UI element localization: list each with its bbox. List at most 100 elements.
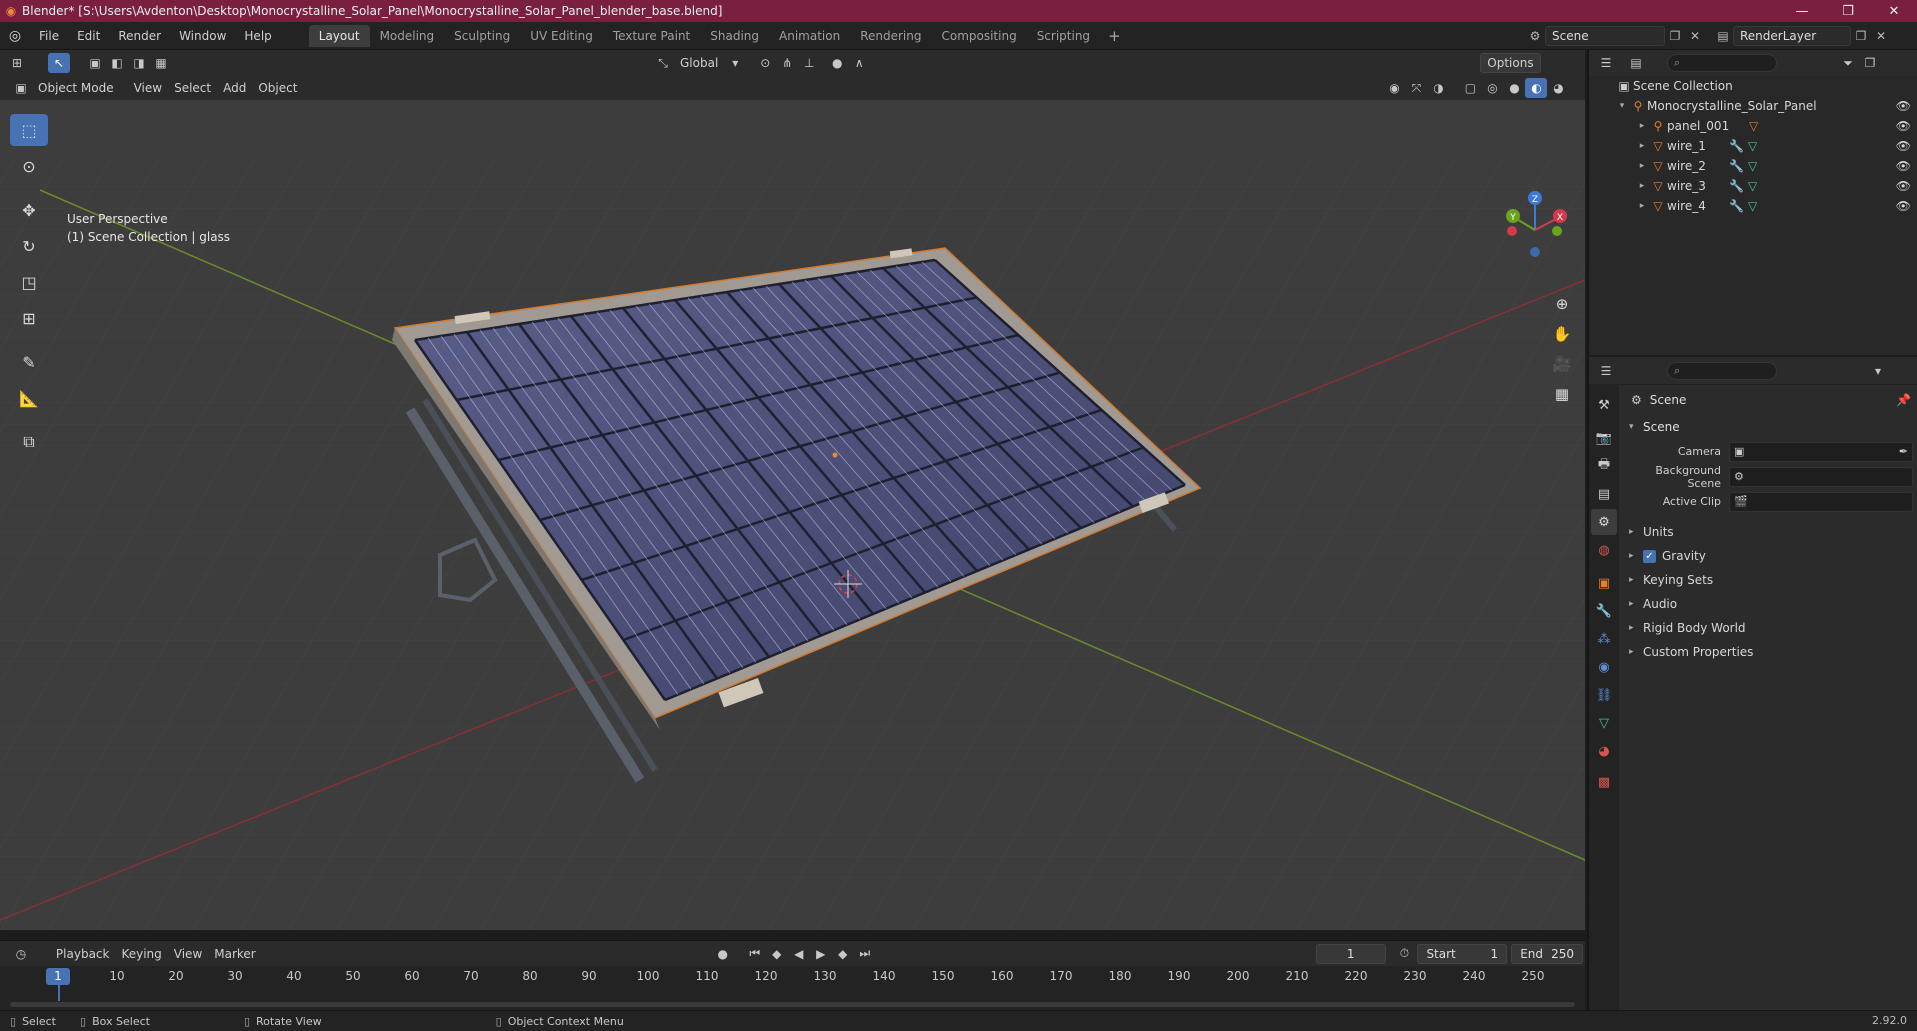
- wrench-icon[interactable]: 🔧: [1729, 179, 1744, 193]
- jump-start-icon[interactable]: ⏮: [744, 944, 766, 964]
- menu-object[interactable]: Object: [252, 78, 303, 98]
- filter-icon[interactable]: ⏷: [1837, 53, 1859, 73]
- tab-texture-paint[interactable]: Texture Paint: [603, 25, 700, 47]
- expand-icon[interactable]: ▸: [1635, 161, 1649, 171]
- pan-hand-icon[interactable]: ✋: [1548, 320, 1576, 348]
- prev-keyframe-icon[interactable]: ◆: [766, 944, 788, 964]
- outliner-row-wire-4[interactable]: ▸ ▽ wire_4 🔧 ▽ 👁: [1589, 196, 1917, 216]
- delete-scene-icon[interactable]: ✕: [1685, 29, 1705, 43]
- menu-edit[interactable]: Edit: [68, 29, 109, 43]
- annotate-tool-icon[interactable]: ✎: [10, 346, 48, 378]
- xray-toggle-icon[interactable]: ▢: [1459, 78, 1481, 98]
- render-layer-icon[interactable]: ▤: [1713, 29, 1733, 43]
- properties-editor-type-icon[interactable]: ☰: [1595, 361, 1617, 381]
- tab-layout[interactable]: Layout: [308, 24, 370, 47]
- jump-end-icon[interactable]: ⏭: [854, 944, 876, 964]
- timeline-editor-type-icon[interactable]: ◷: [10, 944, 32, 964]
- options-dropdown[interactable]: Options: [1480, 53, 1541, 73]
- background-scene-field[interactable]: ⚙: [1729, 466, 1913, 487]
- outliner-row-wire-2[interactable]: ▸ ▽ wire_2 🔧 ▽ 👁: [1589, 156, 1917, 176]
- next-keyframe-icon[interactable]: ◆: [832, 944, 854, 964]
- outliner-row-collection[interactable]: ▾ ⚲ Monocrystalline_Solar_Panel 👁: [1589, 96, 1917, 116]
- tool-tab-icon[interactable]: ⚒: [1591, 392, 1617, 418]
- transform-orientation-icon[interactable]: ⤡: [652, 53, 674, 73]
- outliner-row-scene-collection[interactable]: ▣ Scene Collection: [1589, 76, 1917, 96]
- menu-select[interactable]: Select: [168, 78, 217, 98]
- play-reverse-icon[interactable]: ◀: [788, 944, 810, 964]
- delete-render-layer-icon[interactable]: ✕: [1871, 29, 1891, 43]
- gravity-checkbox[interactable]: ✓: [1643, 549, 1656, 563]
- mesh-data-tab-icon[interactable]: ▽: [1591, 710, 1617, 736]
- close-button[interactable]: ✕: [1871, 4, 1917, 19]
- select-intersect-icon[interactable]: ▦: [150, 53, 172, 73]
- output-tab-icon[interactable]: 🖶: [1591, 453, 1617, 479]
- panel-custom-properties[interactable]: ▸ Custom Properties: [1621, 640, 1917, 664]
- render-tab-icon[interactable]: 📷: [1591, 425, 1617, 451]
- tab-uv-editing[interactable]: UV Editing: [520, 25, 603, 47]
- eye-icon[interactable]: 👁: [1896, 199, 1911, 213]
- tab-shading[interactable]: Shading: [700, 25, 769, 47]
- measure-tool-icon[interactable]: 📐: [10, 382, 48, 414]
- transform-tool-icon[interactable]: ⊞: [10, 302, 48, 334]
- properties-search-input[interactable]: ⌕: [1667, 361, 1777, 380]
- editor-type-icon[interactable]: ⊞: [6, 53, 28, 73]
- object-mode-dropdown[interactable]: Object Mode: [32, 78, 120, 98]
- display-mode-icon[interactable]: ▤: [1625, 53, 1647, 73]
- select-subtract-icon[interactable]: ◨: [128, 53, 150, 73]
- expand-icon[interactable]: ▸: [1635, 201, 1649, 211]
- new-render-layer-icon[interactable]: ❐: [1851, 29, 1871, 43]
- outliner-row-wire-3[interactable]: ▸ ▽ wire_3 🔧 ▽ 👁: [1589, 176, 1917, 196]
- eye-icon[interactable]: 👁: [1896, 99, 1911, 113]
- menu-keying[interactable]: Keying: [115, 944, 167, 964]
- tab-scripting[interactable]: Scripting: [1027, 25, 1100, 47]
- add-workspace-icon[interactable]: +: [1100, 25, 1129, 47]
- timeline-scrollbar[interactable]: [10, 1002, 1575, 1007]
- minimize-button[interactable]: —: [1779, 4, 1825, 19]
- snap-icon[interactable]: ⋔: [776, 53, 798, 73]
- chevron-down-icon[interactable]: ▾: [1867, 361, 1889, 381]
- gizmo-toggle-icon[interactable]: ⤧: [1405, 78, 1427, 98]
- stopwatch-icon[interactable]: ⏱: [1394, 944, 1416, 964]
- add-cube-tool-icon[interactable]: ⧉: [10, 426, 48, 458]
- maximize-button[interactable]: ❐: [1825, 4, 1871, 19]
- world-tab-icon[interactable]: ◍: [1591, 537, 1617, 563]
- scale-tool-icon[interactable]: ◳: [10, 266, 48, 298]
- menu-add[interactable]: Add: [217, 78, 252, 98]
- menu-help[interactable]: Help: [235, 29, 280, 43]
- tab-compositing[interactable]: Compositing: [931, 25, 1026, 47]
- menu-window[interactable]: Window: [170, 29, 235, 43]
- pivot-point-icon[interactable]: ⊙: [754, 53, 776, 73]
- menu-render[interactable]: Render: [109, 29, 170, 43]
- camera-field[interactable]: ▣ ✒: [1729, 441, 1913, 462]
- new-collection-icon[interactable]: ❐: [1859, 53, 1881, 73]
- eye-icon[interactable]: 👁: [1896, 119, 1911, 133]
- mesh-data-icon[interactable]: ▽: [1748, 199, 1757, 213]
- eye-icon[interactable]: 👁: [1896, 139, 1911, 153]
- gizmo-neg-x[interactable]: [1507, 226, 1517, 236]
- start-frame-field[interactable]: Start 1: [1417, 943, 1508, 964]
- new-scene-icon[interactable]: ❐: [1665, 29, 1685, 43]
- wrench-icon[interactable]: 🔧: [1729, 199, 1744, 213]
- menu-marker[interactable]: Marker: [208, 944, 261, 964]
- render-layer-selector[interactable]: RenderLayer: [1733, 26, 1851, 46]
- wrench-icon[interactable]: 🔧: [1729, 139, 1744, 153]
- scene-icon[interactable]: ⚙: [1525, 29, 1545, 43]
- transform-orientation-dropdown[interactable]: Global: [674, 53, 724, 73]
- gizmo-neg-z[interactable]: [1530, 247, 1540, 257]
- ortho-toggle-icon[interactable]: ▦: [1548, 380, 1576, 408]
- panel-units[interactable]: ▸ Units: [1621, 520, 1917, 544]
- mesh-data-icon[interactable]: ▽: [1748, 179, 1757, 193]
- physics-tab-icon[interactable]: ◉: [1591, 654, 1617, 680]
- end-frame-field[interactable]: End 250: [1511, 943, 1583, 964]
- panel-rigid-body-world[interactable]: ▸ Rigid Body World: [1621, 616, 1917, 640]
- shading-wireframe-icon[interactable]: ◎: [1481, 78, 1503, 98]
- tab-rendering[interactable]: Rendering: [850, 25, 931, 47]
- material-tab-icon[interactable]: ◕: [1591, 738, 1617, 764]
- rotate-tool-icon[interactable]: ↻: [10, 230, 48, 262]
- move-tool-icon[interactable]: ✥: [10, 194, 48, 226]
- 3d-viewport[interactable]: Z X Y User Perspective (1) Scene Collect…: [0, 100, 1585, 930]
- menu-playback[interactable]: Playback: [50, 944, 116, 964]
- eye-icon[interactable]: 👁: [1896, 159, 1911, 173]
- playhead[interactable]: 1: [46, 968, 70, 985]
- proportional-falloff-icon[interactable]: ∧: [848, 53, 870, 73]
